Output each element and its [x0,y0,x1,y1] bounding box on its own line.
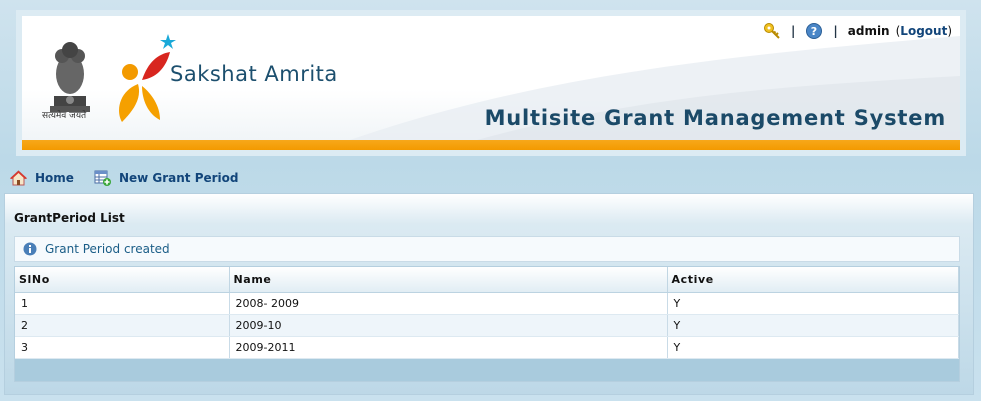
column-header-active[interactable]: Active [667,267,959,293]
info-icon [23,242,37,256]
key-icon[interactable] [763,22,781,40]
user-bar: | ? | admin (Logout) [763,22,952,40]
cell-slno: 2 [15,314,230,337]
nav-home-label: Home [35,171,74,185]
cell-active: Y [667,336,959,359]
add-table-icon [94,170,111,186]
table-header-row: SlNo Name Active [15,267,959,293]
cell-name: 2008- 2009 [229,292,668,315]
column-header-name[interactable]: Name [229,267,668,293]
table-row[interactable]: 1 2008- 2009 Y [15,292,959,315]
username: admin [847,24,890,38]
brand-name: Sakshat Amrita [170,62,338,86]
logout-wrapper: (Logout) [896,24,952,38]
page: सत्यमेव जयते Sakshat Amrita Multisite Gr… [0,0,981,401]
emblem-caption: सत्यमेव जयते [42,111,87,121]
info-message-text: Grant Period created [45,242,170,256]
grant-period-table: SlNo Name Active 1 2008- 2009 Y 2 2009-1… [15,267,959,359]
header-banner: सत्यमेव जयते Sakshat Amrita Multisite Gr… [16,10,966,156]
app-title: Multisite Grant Management System [484,106,946,130]
nav-new-grant-period-label: New Grant Period [118,171,239,185]
cell-slno: 1 [15,292,230,315]
separator: | [833,24,838,38]
table-row[interactable]: 3 2009-2011 Y [15,336,959,359]
cell-name: 2009-10 [229,314,668,337]
column-header-slno[interactable]: SlNo [15,267,230,293]
logout-suffix: ) [947,24,952,38]
logout-link[interactable]: Logout [900,24,947,38]
nav-new-grant-period[interactable]: New Grant Period [94,170,239,186]
sakshat-logo-icon [119,34,176,122]
nav-home[interactable]: Home [10,170,74,186]
separator: | [790,24,796,38]
cell-active: Y [667,314,959,337]
table-row[interactable]: 2 2009-10 Y [15,314,959,337]
home-icon [10,170,27,186]
navigation: Home New Grant Period [10,170,239,186]
svg-text:?: ? [811,25,817,38]
grant-period-table-wrapper: SlNo Name Active 1 2008- 2009 Y 2 2009-1… [14,266,960,382]
cell-name: 2009-2011 [229,336,668,359]
content-panel: GrantPeriod List Grant Period created Sl… [4,193,974,395]
cell-slno: 3 [15,336,230,359]
info-message: Grant Period created [14,236,960,262]
cell-active: Y [667,292,959,315]
page-title: GrantPeriod List [14,211,125,225]
help-icon[interactable]: ? [805,22,823,40]
orange-divider [22,140,960,150]
